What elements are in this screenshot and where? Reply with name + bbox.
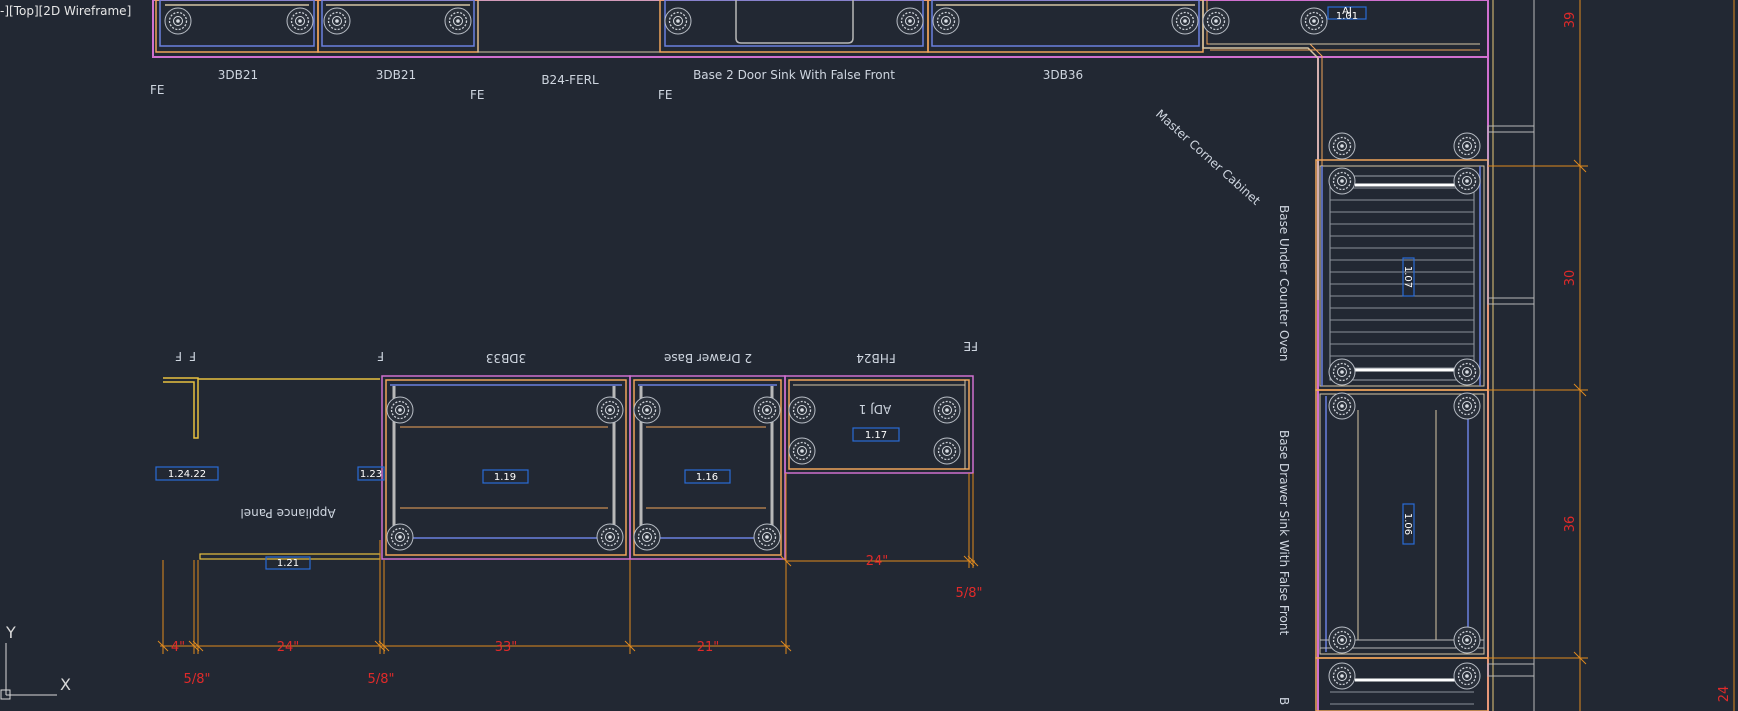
leveler-icon bbox=[1171, 7, 1199, 35]
cabinet-label-sink-base: Base 2 Door Sink With False Front bbox=[693, 68, 895, 82]
fe-mark: FE bbox=[150, 83, 164, 97]
ucs-y-label: Y bbox=[5, 623, 16, 642]
dimension-5-8in: 5/8" bbox=[184, 672, 211, 687]
leveler-icon bbox=[788, 437, 816, 465]
dimension-5-8in: 5/8" bbox=[368, 672, 395, 687]
f-mark: F bbox=[377, 349, 384, 363]
leveler-icon bbox=[933, 437, 961, 465]
cabinet-tag-1-01: 1.01 bbox=[1336, 11, 1358, 22]
leveler-icon bbox=[1328, 662, 1356, 690]
leveler-icon bbox=[933, 396, 961, 424]
ucs-icon: Y X bbox=[0, 623, 71, 700]
leveler-icon bbox=[633, 523, 661, 551]
island-cabinet-run: 1.19 1.16 1.17 ADJ 1 1.24.22 1.23 1.21 3… bbox=[155, 339, 983, 687]
corner-cabinet-outline bbox=[1202, 0, 1319, 300]
dimension-30: 30 bbox=[1563, 270, 1578, 287]
right-cabinet-run: 1.07 1.06 Base Under Counter Oven Base D… bbox=[1277, 0, 1735, 711]
leveler-icon bbox=[596, 523, 624, 551]
dimension-21in: 21" bbox=[697, 640, 720, 655]
cabinet-tag-1-16: 1.16 bbox=[696, 472, 718, 483]
appliance-panel-outline bbox=[163, 377, 199, 439]
ucs-x-label: X bbox=[60, 675, 71, 694]
cad-drawing-canvas[interactable]: AJ 1.01 3DB21 3DB21 B24-FERL Base 2 Door… bbox=[0, 0, 1738, 711]
dimension-33in: 33" bbox=[495, 640, 518, 655]
cabinet-sink-base bbox=[659, 0, 929, 53]
leveler-icon bbox=[633, 396, 661, 424]
leveler-icon bbox=[286, 7, 314, 35]
fe-mark: FE bbox=[658, 88, 672, 102]
cabinet-label-3db21-a: 3DB21 bbox=[218, 68, 258, 82]
dimension-24-edge: 24 bbox=[1717, 686, 1732, 703]
leveler-icon bbox=[386, 396, 414, 424]
leveler-icon bbox=[1300, 7, 1328, 35]
cabinet-label-2-drawer-base: 2 Drawer Base bbox=[664, 351, 752, 365]
leveler-icon bbox=[896, 7, 924, 35]
leveler-icon bbox=[1453, 167, 1481, 195]
oven-grille-slats bbox=[1330, 187, 1474, 369]
leveler-icon bbox=[444, 7, 472, 35]
cabinet-label-drawer-sink: Base Drawer Sink With False Front bbox=[1277, 430, 1291, 635]
cabinet-label-fhb24: FHB24 bbox=[856, 351, 895, 365]
f-mark: F bbox=[189, 349, 196, 363]
leveler-icon bbox=[1328, 626, 1356, 654]
dimension-24in: 24" bbox=[277, 640, 300, 655]
end-panel-right bbox=[1487, 0, 1535, 711]
cabinet-label-3db36: 3DB36 bbox=[1043, 68, 1083, 82]
cabinet-label-oven: Base Under Counter Oven bbox=[1277, 205, 1291, 361]
cabinet-tag-1-07: 1.07 bbox=[1402, 266, 1413, 288]
leveler-icon bbox=[753, 396, 781, 424]
leveler-icon bbox=[1328, 132, 1356, 160]
dimension-36: 36 bbox=[1563, 516, 1578, 533]
leveler-icon bbox=[1202, 7, 1230, 35]
leveler-icon bbox=[753, 523, 781, 551]
dimension-24in-fhb: 24" bbox=[866, 554, 889, 569]
leveler-icon bbox=[1453, 662, 1481, 690]
cabinet-label-partial: B bbox=[1277, 697, 1291, 705]
oven-grille bbox=[1329, 175, 1475, 381]
leveler-icon bbox=[323, 7, 351, 35]
dimension-vertical-right bbox=[1488, 0, 1735, 711]
leveler-icon bbox=[1328, 358, 1356, 386]
cabinet-label-appliance-panel: Appliance Panel bbox=[240, 506, 335, 520]
dimension-39: 39 bbox=[1563, 12, 1578, 29]
cabinet-label-3db33: 3DB33 bbox=[486, 351, 526, 365]
cabinet-tag-1-23: 1.23 bbox=[360, 469, 382, 480]
cabinet-3db36 bbox=[927, 0, 1204, 53]
cabinet-tag-adj-1: ADJ 1 bbox=[859, 402, 891, 416]
leveler-icon bbox=[932, 7, 960, 35]
corner-cabinet-label: Master Corner Cabinet bbox=[1153, 107, 1263, 208]
dimension-5-8in: 5/8" bbox=[956, 586, 983, 601]
leveler-icon bbox=[1453, 626, 1481, 654]
leveler-icon bbox=[1328, 167, 1356, 195]
fe-mark: FE bbox=[470, 88, 484, 102]
fe-mark-island: FE bbox=[964, 339, 978, 353]
leveler-icon bbox=[1453, 132, 1481, 160]
leveler-icon bbox=[596, 396, 624, 424]
cabinet-b24-ferl bbox=[477, 0, 661, 53]
cabinet-tag-1-24-22: 1.24.22 bbox=[168, 469, 206, 480]
dimension-4in: 4" bbox=[171, 640, 185, 655]
cabinet-label-3db21-b: 3DB21 bbox=[376, 68, 416, 82]
leveler-icon bbox=[386, 523, 414, 551]
leveler-icon bbox=[164, 7, 192, 35]
wall-return-magenta bbox=[1209, 56, 1319, 711]
leveler-icon bbox=[1328, 392, 1356, 420]
leveler-icon bbox=[664, 7, 692, 35]
sink-bowl bbox=[735, 0, 854, 44]
cabinet-3db33 bbox=[381, 375, 631, 560]
cabinet-tag-1-19: 1.19 bbox=[494, 472, 516, 483]
cabinet-drawer-sink-frame bbox=[1315, 389, 1489, 659]
cabinet-tag-1-17: 1.17 bbox=[865, 430, 887, 441]
cabinet-tag-1-21: 1.21 bbox=[277, 558, 299, 569]
leveler-icon bbox=[1453, 358, 1481, 386]
leveler-icon bbox=[788, 396, 816, 424]
cabinet-tag-1-06: 1.06 bbox=[1402, 513, 1413, 535]
f-mark: F bbox=[175, 349, 182, 363]
leveler-icon bbox=[1453, 392, 1481, 420]
cabinet-label-b24-ferl: B24-FERL bbox=[541, 73, 599, 87]
